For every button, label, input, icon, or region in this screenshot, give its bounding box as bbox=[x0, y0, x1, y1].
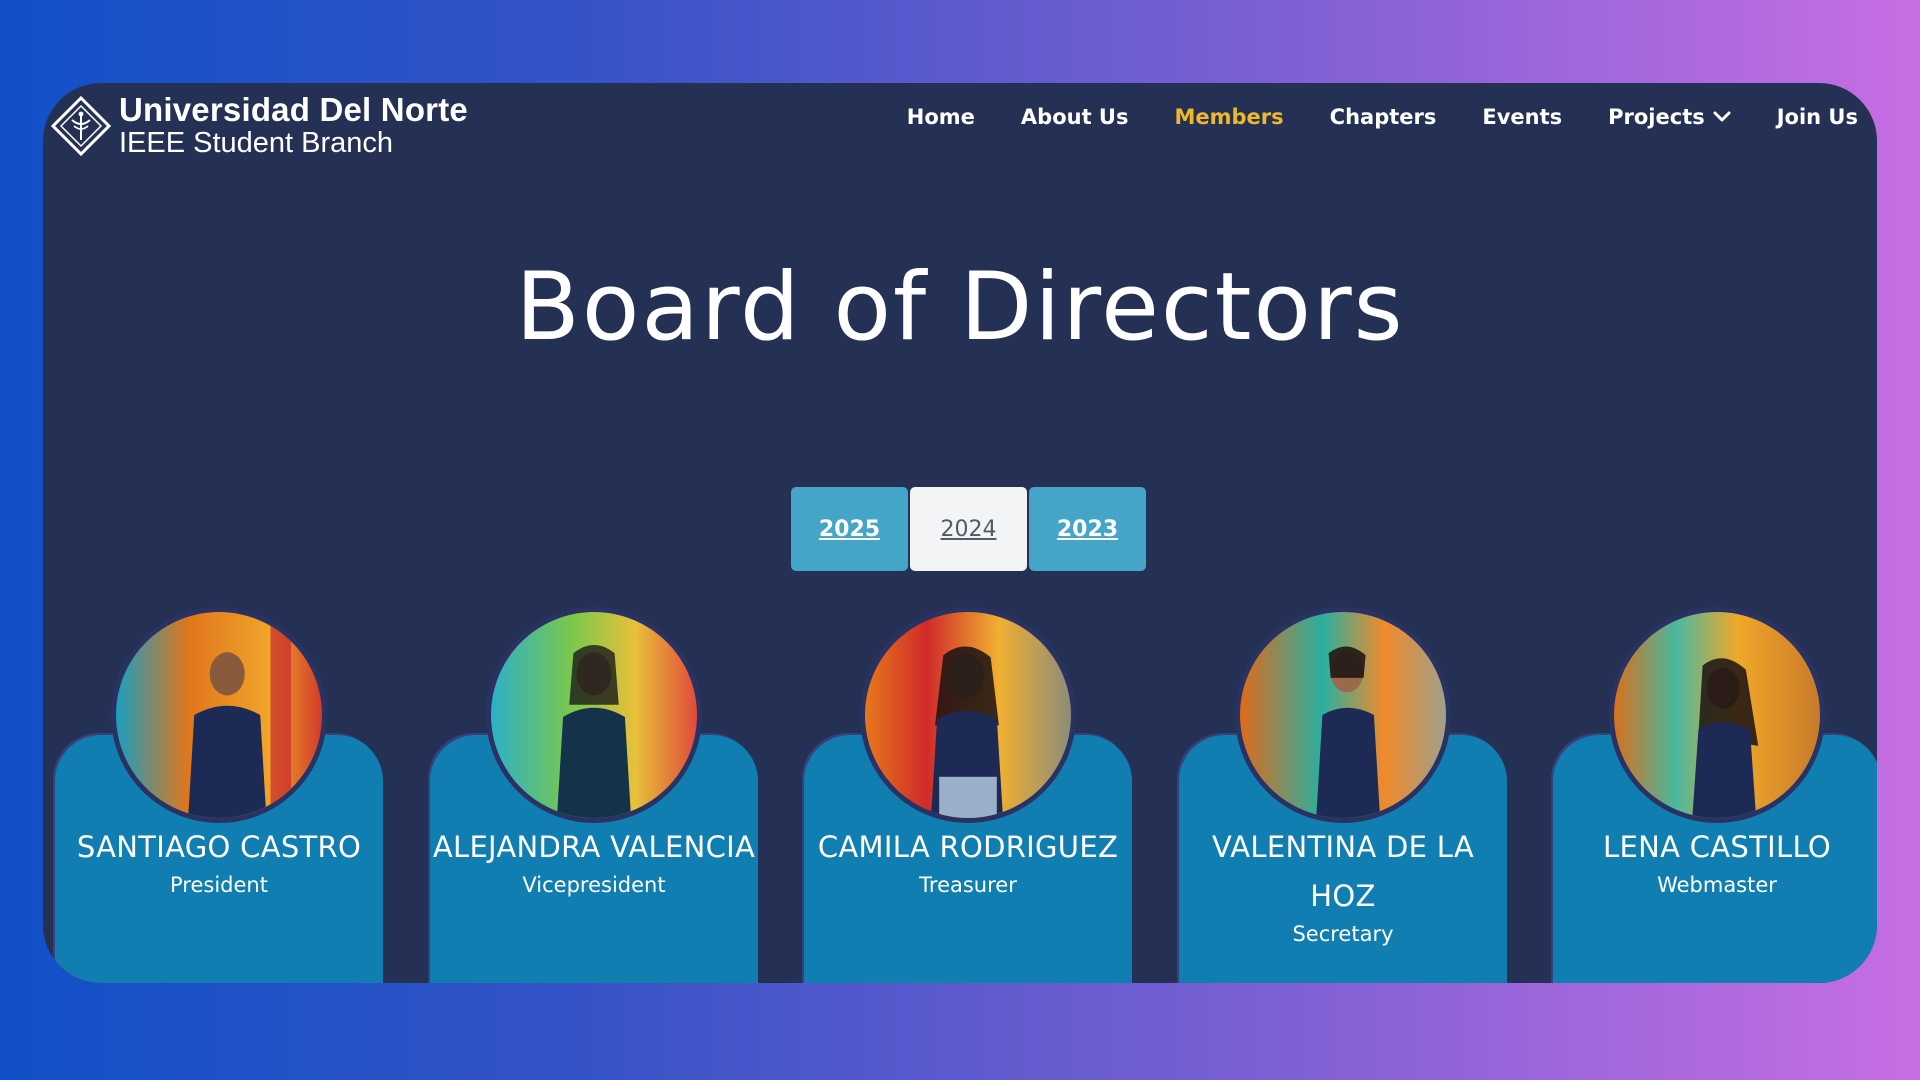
member-info: ALEJANDRA VALENCIA Vicepresident bbox=[430, 823, 758, 901]
year-tab-2024[interactable]: 2024 bbox=[910, 487, 1027, 571]
member-avatar bbox=[486, 607, 702, 823]
main-nav: Home About Us Members Chapters Events Pr… bbox=[907, 105, 1858, 129]
brand[interactable]: Universidad Del Norte IEEE Student Branc… bbox=[49, 93, 468, 158]
year-tab-2025[interactable]: 2025 bbox=[791, 487, 908, 571]
nav-join-us[interactable]: Join Us bbox=[1777, 105, 1858, 129]
member-name: SANTIAGO CASTRO bbox=[76, 830, 362, 864]
brand-text: Universidad Del Norte IEEE Student Branc… bbox=[119, 93, 468, 158]
nav-projects[interactable]: Projects bbox=[1608, 105, 1731, 129]
nav-projects-label: Projects bbox=[1608, 105, 1705, 129]
member-role: Treasurer bbox=[919, 873, 1017, 897]
site-frame: Universidad Del Norte IEEE Student Branc… bbox=[43, 83, 1877, 983]
member-avatar bbox=[1609, 607, 1825, 823]
year-tab-2023[interactable]: 2023 bbox=[1029, 487, 1146, 571]
member-name: CAMILA RODRIGUEZ bbox=[817, 830, 1119, 864]
member-name: VALENTINA DE LA HOZ bbox=[1211, 830, 1475, 913]
nav-about-us[interactable]: About Us bbox=[1021, 105, 1129, 129]
nav-members[interactable]: Members bbox=[1175, 105, 1284, 129]
nav-chapters[interactable]: Chapters bbox=[1330, 105, 1437, 129]
member-info: SANTIAGO CASTRO President bbox=[55, 823, 383, 901]
member-photo-icon bbox=[865, 612, 1071, 818]
member-photo-icon bbox=[1614, 612, 1820, 818]
member-role: Vicepresident bbox=[522, 873, 666, 897]
member-role: Secretary bbox=[1292, 922, 1394, 946]
member-name: ALEJANDRA VALENCIA bbox=[432, 830, 756, 864]
member-photo-icon bbox=[491, 612, 697, 818]
chevron-down-icon bbox=[1713, 111, 1731, 122]
member-role: President bbox=[170, 873, 268, 897]
member-photo-icon bbox=[116, 612, 322, 818]
nav-home[interactable]: Home bbox=[907, 105, 975, 129]
ieee-diamond-logo-icon bbox=[50, 95, 112, 156]
nav-events[interactable]: Events bbox=[1482, 105, 1562, 129]
member-avatar bbox=[1235, 607, 1451, 823]
brand-subtitle: IEEE Student Branch bbox=[119, 127, 394, 159]
member-info: CAMILA RODRIGUEZ Treasurer bbox=[804, 823, 1132, 901]
year-tabs: 2025 2024 2023 bbox=[791, 487, 1146, 571]
member-photo-icon bbox=[1240, 612, 1446, 818]
brand-title: Universidad Del Norte bbox=[119, 91, 468, 128]
member-info: VALENTINA DE LA HOZ Secretary bbox=[1179, 823, 1507, 950]
member-avatar bbox=[111, 607, 327, 823]
member-name: LENA CASTILLO bbox=[1603, 830, 1831, 864]
member-avatar bbox=[860, 607, 1076, 823]
page-title: Board of Directors bbox=[515, 253, 1405, 362]
member-role: Webmaster bbox=[1657, 873, 1777, 897]
member-info: LENA CASTILLO Webmaster bbox=[1553, 823, 1877, 901]
